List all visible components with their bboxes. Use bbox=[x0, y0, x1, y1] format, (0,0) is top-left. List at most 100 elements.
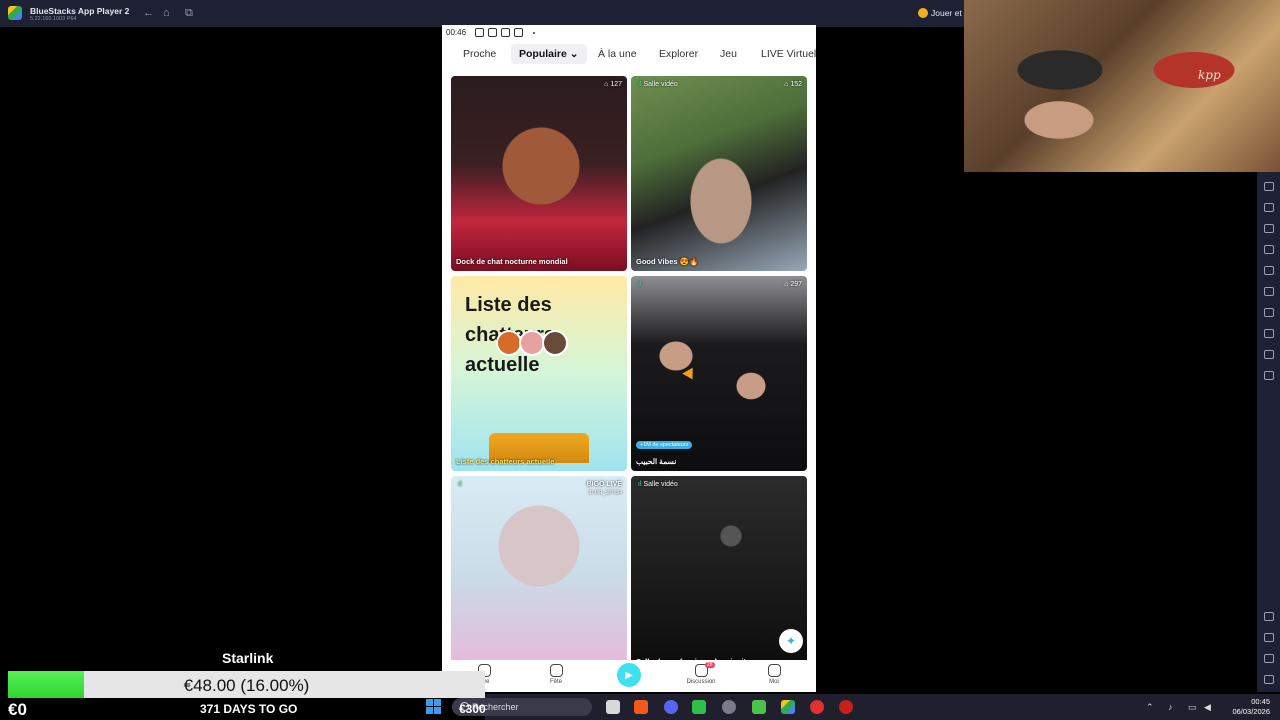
tab-live-virtuel[interactable]: LIVE Virtuel bbox=[761, 48, 816, 60]
shirt-text: kpp bbox=[1198, 68, 1221, 82]
card-title: Liste des chatteurs actuelle bbox=[456, 457, 555, 466]
media-icon[interactable] bbox=[1264, 245, 1274, 254]
airplane-icon[interactable] bbox=[1264, 266, 1274, 275]
youtube-icon[interactable] bbox=[839, 700, 853, 714]
live-card[interactable]: ⌂ 127 Dock de chat nocturne mondial bbox=[451, 76, 627, 271]
windows-taskbar bbox=[485, 694, 1280, 720]
goal-days-remaining: 371 DAYS TO GO bbox=[200, 702, 298, 716]
record-icon[interactable] bbox=[1264, 224, 1274, 233]
recent-apps-icon[interactable]: ⧉ bbox=[185, 8, 193, 19]
nav-fete[interactable]: Fête bbox=[536, 664, 576, 685]
tab-proche[interactable]: Proche bbox=[463, 48, 496, 60]
viewer-count: ⌂ 152 bbox=[784, 81, 802, 88]
location-icon[interactable] bbox=[1264, 329, 1274, 338]
tab-explorer[interactable]: Explorer bbox=[659, 48, 698, 60]
room-tag: ıl Salle vidéo bbox=[638, 481, 678, 488]
notification-icon bbox=[501, 28, 510, 37]
back-icon[interactable] bbox=[1264, 633, 1274, 642]
room-tag-label: Salle vidéo bbox=[643, 81, 678, 88]
nav-discussion[interactable]: 28 Discussion bbox=[681, 662, 721, 685]
bigo-watermark: BIGO LIVE bbox=[586, 481, 622, 488]
screenshot-icon[interactable] bbox=[1264, 203, 1274, 212]
discord-icon[interactable] bbox=[664, 700, 678, 714]
live-bars-icon: ıl bbox=[638, 81, 642, 88]
room-tag-label: Salle vidéo bbox=[643, 481, 678, 488]
webcam-overlay: kpp bbox=[964, 0, 1280, 172]
window-version: 5.22.160.1003 P64 bbox=[30, 16, 77, 22]
nav-label: Fête bbox=[549, 679, 562, 685]
live-card[interactable]: ıl ⌂ 297 +1M de spectateurs نسمة الحبيب bbox=[631, 276, 807, 471]
tab-populaire[interactable]: Populaire ⌄ bbox=[511, 44, 587, 64]
viewer-icon: ⌂ bbox=[604, 81, 609, 88]
nav-moi[interactable]: Moi bbox=[754, 664, 794, 685]
status-time: 00:46 bbox=[446, 28, 467, 37]
live-card[interactable]: ılSalle vidéo Salle de confessions du mi… bbox=[631, 476, 807, 671]
phone-screen: 00:46 Proche Populaire ⌄ À la une Explor… bbox=[442, 25, 816, 692]
notification-icon bbox=[475, 28, 484, 37]
chevron-up-icon[interactable]: ⌃ bbox=[1146, 702, 1154, 713]
obs-icon[interactable] bbox=[810, 700, 824, 714]
nav-label: Moi bbox=[769, 679, 779, 685]
screen: BlueStacks App Player 2 5.22.160.1003 P6… bbox=[0, 0, 1280, 720]
clock-time: 00:45 bbox=[1251, 697, 1270, 706]
volume-icon[interactable]: ◀ bbox=[1204, 702, 1211, 713]
card-title: Good Vibes 😍🔥 bbox=[636, 257, 699, 266]
eco-mode-icon[interactable] bbox=[1264, 308, 1274, 317]
settings-app-icon[interactable] bbox=[722, 700, 736, 714]
taskbar-clock[interactable]: 00:45 06/03/2026 bbox=[1220, 697, 1270, 717]
live-card[interactable]: ıl Salle vidéo ⌂ 152 Good Vibes 😍🔥 bbox=[631, 76, 807, 271]
status-bar: 00:46 bbox=[442, 25, 816, 41]
live-card[interactable]: ıl BIGO LIVE ID:MR_587654 bbox=[451, 476, 627, 671]
bigo-id: ID:MR_587654 bbox=[588, 490, 622, 496]
bluestacks-taskbar-icon[interactable] bbox=[781, 700, 795, 714]
viewer-count-value: 127 bbox=[610, 81, 622, 88]
avatar bbox=[542, 330, 568, 356]
coin-icon bbox=[918, 8, 928, 18]
viewer-count-value: 152 bbox=[790, 81, 802, 88]
go-live-button[interactable]: ▶ bbox=[617, 663, 641, 687]
live-bars-icon: ıl bbox=[638, 281, 642, 288]
window-title: BlueStacks App Player 2 bbox=[30, 6, 130, 16]
goal-progress-text: €48.00 (16.00%) bbox=[183, 676, 310, 695]
card-heading-line: Liste des bbox=[465, 294, 552, 316]
card-title: Dock de chat nocturne mondial bbox=[456, 257, 568, 266]
windows-start-icon[interactable] bbox=[426, 699, 441, 714]
gift-icon[interactable]: ✦ bbox=[779, 629, 803, 653]
chatter-list-card[interactable]: Liste des chatteurs actuelle Liste des c… bbox=[451, 276, 627, 471]
home-icon[interactable] bbox=[1264, 654, 1274, 663]
home-icon[interactable]: ⌂ bbox=[163, 8, 170, 19]
bluestacks-sidebar bbox=[1257, 172, 1280, 692]
category-tabs: Proche Populaire ⌄ À la une Explorer Jeu… bbox=[442, 42, 816, 68]
layers-icon[interactable] bbox=[1264, 350, 1274, 359]
unread-badge: 28 bbox=[705, 662, 715, 668]
back-arrow-icon[interactable]: ← bbox=[143, 8, 154, 19]
chevron-down-icon: ⌄ bbox=[569, 48, 579, 60]
file-explorer-icon[interactable] bbox=[606, 700, 620, 714]
settings-icon[interactable] bbox=[1264, 612, 1274, 621]
multi-instance-icon[interactable] bbox=[1264, 287, 1274, 296]
clock-date: 06/03/2026 bbox=[1232, 707, 1270, 716]
card-heading-line: actuelle bbox=[465, 354, 540, 376]
viewer-count: ⌂ 127 bbox=[604, 81, 622, 88]
goal-target-amount: €300 bbox=[459, 702, 486, 716]
goal-progress-bar: €48.00 (16.00%) bbox=[8, 671, 485, 698]
recents-icon[interactable] bbox=[1264, 675, 1274, 684]
viewer-count: ⌂ 297 bbox=[784, 281, 802, 288]
card-title: نسمة الحبيب bbox=[636, 457, 677, 466]
play-and-earn-button[interactable]: Jouer et bbox=[918, 8, 962, 18]
network-icon[interactable]: ▭ bbox=[1188, 702, 1197, 713]
live-bars-icon: ıl bbox=[458, 481, 462, 488]
more-notifications-dot bbox=[533, 32, 535, 34]
brave-browser-icon[interactable] bbox=[634, 700, 648, 714]
sync-icon[interactable] bbox=[1264, 371, 1274, 380]
spectator-badge: +1M de spectateurs bbox=[636, 441, 693, 449]
bluestacks-logo-icon bbox=[8, 6, 22, 20]
tab-a-la-une[interactable]: À la une bbox=[598, 48, 637, 60]
app-icon[interactable] bbox=[752, 700, 766, 714]
toolbar-icon[interactable] bbox=[1264, 182, 1274, 191]
avatar-stack bbox=[496, 330, 568, 356]
tab-jeu[interactable]: Jeu bbox=[720, 48, 737, 60]
live-bars-icon: ıl bbox=[638, 481, 642, 488]
play-store-icon[interactable] bbox=[692, 700, 706, 714]
microphone-icon[interactable]: ♪ bbox=[1168, 702, 1173, 712]
